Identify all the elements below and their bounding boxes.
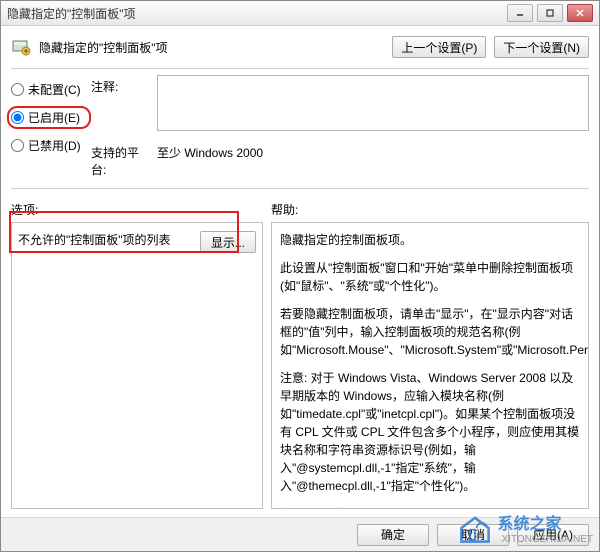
header-title: 隐藏指定的"控制面板"项 (39, 39, 384, 56)
platform-label: 支持的平台: (91, 141, 151, 178)
options-list-label: 不允许的"控制面板"项的列表 (18, 231, 194, 248)
help-p3: 若要隐藏控制面板项，请单击"显示"，在"显示内容"对话框的"值"列中，输入控制面… (280, 305, 580, 359)
help-p5: 在 MSDN 的 http://go.microsoft.com/fwlink/… (280, 505, 580, 509)
header: 隐藏指定的"控制面板"项 上一个设置(P) 下一个设置(N) (1, 26, 599, 64)
policy-icon (11, 37, 31, 57)
comment-row: 注释: (91, 75, 589, 131)
options-panel: 不允许的"控制面板"项的列表 显示... (11, 222, 263, 509)
help-p4: 注意: 对于 Windows Vista、Windows Server 2008… (280, 369, 580, 495)
radio-disabled-input[interactable] (11, 139, 24, 152)
footer: 确定 取消 应用(A) (1, 517, 599, 551)
apply-button[interactable]: 应用(A) (517, 524, 589, 546)
next-setting-button[interactable]: 下一个设置(N) (494, 36, 589, 58)
separator (11, 68, 589, 69)
radio-not-configured[interactable]: 未配置(C) (11, 81, 91, 98)
help-p1: 隐藏指定的控制面板项。 (280, 231, 580, 249)
options-label: 选项: (11, 201, 271, 218)
radio-enabled-input[interactable] (11, 111, 24, 124)
radio-group: 未配置(C) 已启用(E) 已禁用(D) (11, 75, 91, 178)
config-row: 未配置(C) 已启用(E) 已禁用(D) 注释: 支持的平台: 至少 Windo… (1, 75, 599, 184)
cancel-button[interactable]: 取消 (437, 524, 509, 546)
radio-enabled-label: 已启用(E) (28, 109, 80, 126)
radio-not-configured-label: 未配置(C) (28, 81, 81, 98)
radio-disabled-label: 已禁用(D) (28, 137, 81, 154)
radio-not-configured-input[interactable] (11, 83, 24, 96)
minimize-button[interactable] (507, 4, 533, 22)
close-button[interactable] (567, 4, 593, 22)
panels: 不允许的"控制面板"项的列表 显示... 隐藏指定的控制面板项。 此设置从"控制… (1, 222, 599, 517)
radio-disabled[interactable]: 已禁用(D) (11, 137, 91, 154)
platform-row: 支持的平台: 至少 Windows 2000 (91, 141, 589, 178)
maximize-button[interactable] (537, 4, 563, 22)
comment-textarea[interactable] (157, 75, 589, 131)
ok-button[interactable]: 确定 (357, 524, 429, 546)
dialog-window: 隐藏指定的"控制面板"项 隐藏指定的"控制面板"项 上一个设置(P) 下一个设置… (0, 0, 600, 552)
platform-value: 至少 Windows 2000 (157, 141, 589, 161)
show-button[interactable]: 显示... (200, 231, 256, 253)
separator-2 (11, 188, 589, 189)
comment-column: 注释: 支持的平台: 至少 Windows 2000 (91, 75, 589, 178)
window-title: 隐藏指定的"控制面板"项 (7, 5, 503, 22)
comment-label: 注释: (91, 75, 151, 95)
help-panel[interactable]: 隐藏指定的控制面板项。 此设置从"控制面板"窗口和"开始"菜单中删除控制面板项(… (271, 222, 589, 509)
help-label: 帮助: (271, 201, 589, 218)
radio-enabled[interactable]: 已启用(E) (7, 106, 91, 129)
titlebar: 隐藏指定的"控制面板"项 (1, 1, 599, 26)
help-p2: 此设置从"控制面板"窗口和"开始"菜单中删除控制面板项(如"鼠标"、"系统"或"… (280, 259, 580, 295)
section-labels: 选项: 帮助: (1, 195, 599, 222)
prev-setting-button[interactable]: 上一个设置(P) (392, 36, 486, 58)
